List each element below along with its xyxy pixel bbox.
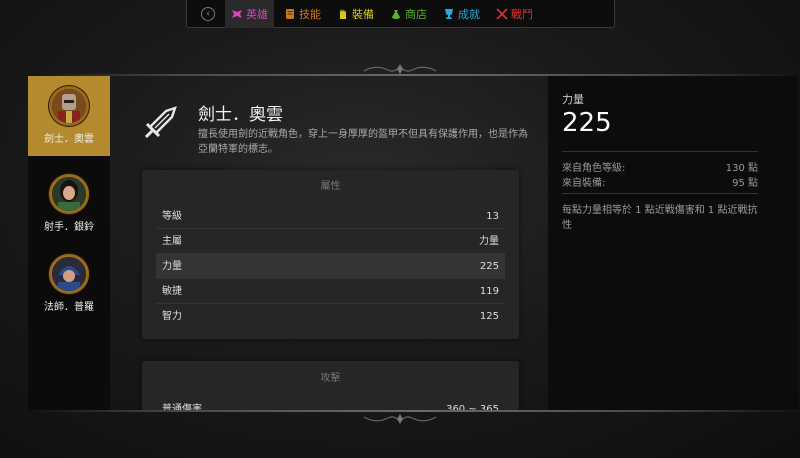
attribute-value: 13: [486, 211, 499, 222]
hero-item-mage[interactable]: 法師．普羅: [28, 244, 110, 324]
attribute-value: 225: [479, 261, 499, 272]
mage-avatar: [49, 254, 89, 294]
nav-tab-equipment[interactable]: 裝備: [331, 0, 380, 28]
nav-tab-heroes[interactable]: 英雄: [225, 0, 274, 28]
attribute-row[interactable]: 主屬 力量: [156, 229, 505, 254]
source-value: 95 點: [732, 178, 758, 189]
ornament-top: [363, 64, 437, 74]
nav-tab-label: 商店: [405, 7, 427, 21]
scroll-icon: [286, 8, 294, 19]
hero-name: 劍士．奧雲: [44, 134, 94, 145]
attribute-value: 力量: [479, 236, 499, 247]
nav-tab-label: 戰鬥: [511, 7, 533, 21]
hero-description: 擅長使用劍的近戰角色，穿上一身厚厚的盔甲不但具有保護作用，也是作為亞蘭特軍的標志…: [198, 129, 528, 155]
hero-item-swordsman[interactable]: 劍士．奧雲: [28, 76, 110, 156]
ornament-bottom: [363, 414, 437, 424]
source-label: 來自裝備:: [562, 178, 606, 189]
attribute-row[interactable]: 智力 125: [156, 304, 505, 329]
attack-value: 360 ~ 365: [446, 404, 499, 410]
attribute-label: 敏捷: [162, 286, 182, 297]
hero-title: 劍士．奧雲: [198, 105, 283, 125]
hero-name: 射手．銀鈴: [44, 222, 94, 233]
nav-tab-skills[interactable]: 技能: [278, 0, 327, 28]
nav-tab-shop[interactable]: 商店: [384, 0, 433, 28]
hero-icon: [232, 9, 242, 18]
bag-icon: [392, 9, 400, 19]
detail-attribute-value: 225: [562, 108, 612, 138]
divider: [562, 151, 758, 152]
attribute-label: 主屬: [162, 236, 182, 247]
attack-row[interactable]: 普通傷害 360 ~ 365: [156, 397, 505, 410]
chevron-left-icon[interactable]: ‹: [201, 6, 215, 21]
crossed-swords-icon: [496, 7, 508, 20]
glove-icon: [340, 8, 346, 19]
attribute-value: 125: [479, 311, 499, 322]
hero-name: 法師．普羅: [44, 302, 94, 313]
trophy-icon: [445, 8, 453, 19]
hero-detail-panel: 劍士．奧雲 擅長使用劍的近戰角色，穿上一身厚厚的盔甲不但具有保護作用，也是作為亞…: [110, 76, 548, 410]
hero-list: 劍士．奧雲 射手．銀鈴 法師．普羅: [28, 76, 110, 410]
nav-tab-battle[interactable]: 戰鬥: [490, 0, 539, 28]
attack-card: 攻擊 普通傷害 360 ~ 365: [142, 361, 519, 410]
attack-label: 普通傷害: [162, 404, 202, 410]
attribute-label: 力量: [162, 261, 182, 272]
attribute-row[interactable]: 敏捷 119: [156, 279, 505, 304]
attribute-row[interactable]: 力量 225: [156, 254, 505, 279]
nav-tab-label: 裝備: [352, 7, 374, 21]
source-label: 來自角色等級:: [562, 163, 626, 174]
nav-tab-label: 英雄: [246, 7, 268, 21]
nav-tab-achievements[interactable]: 成就: [437, 0, 486, 28]
attribute-row[interactable]: 等級 13: [156, 204, 505, 229]
sword-icon: [144, 106, 177, 139]
top-navigation: ‹ 英雄 技能 裝備 商店 成就 戰鬥: [186, 0, 615, 28]
attributes-card: 屬性 等級 13 主屬 力量 力量 225 敏捷 119 智力 125: [142, 170, 519, 339]
nav-tab-label: 成就: [458, 7, 480, 21]
detail-attribute-name: 力量: [562, 93, 584, 106]
divider: [562, 193, 758, 194]
hero-item-archer[interactable]: 射手．銀鈴: [28, 164, 110, 244]
swordsman-avatar: [49, 86, 89, 126]
archer-avatar: [49, 174, 89, 214]
source-value: 130 點: [725, 163, 758, 174]
attribute-label: 等級: [162, 211, 182, 222]
card-title: 屬性: [320, 181, 341, 192]
card-title: 攻擊: [320, 373, 341, 384]
attribute-label: 智力: [162, 311, 182, 322]
attribute-value: 119: [479, 286, 499, 297]
detail-note: 每點力量相等於 1 點近戰傷害和 1 點近戰抗性: [562, 205, 758, 231]
attribute-detail-panel: 力量 225 來自角色等級: 130 點 來自裝備: 95 點 每點力量相等於 …: [548, 76, 798, 410]
nav-tab-label: 技能: [299, 7, 321, 21]
